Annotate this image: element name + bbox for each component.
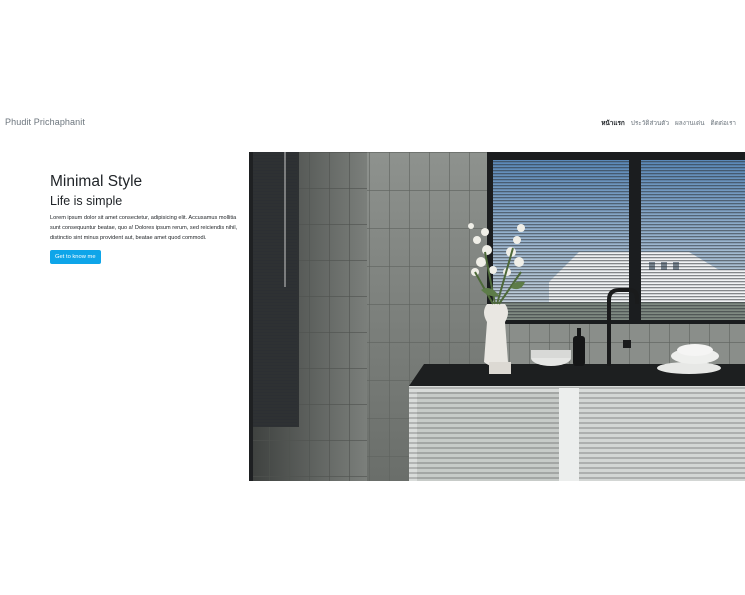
brand-logo[interactable]: Phudit Prichaphanit <box>5 117 85 127</box>
get-to-know-me-button[interactable]: Get to know me <box>50 250 101 264</box>
nav-item-home[interactable]: หน้าแรก <box>601 118 625 128</box>
nav-item-profile[interactable]: ประวัติส่วนตัว <box>631 118 669 128</box>
hero-image <box>249 152 745 481</box>
hero-title: Minimal Style <box>50 173 143 190</box>
nav-item-portfolio[interactable]: ผลงานเด่น <box>675 118 704 128</box>
main-nav: หน้าแรก ประวัติส่วนตัว ผลงานเด่น ติดต่อเ… <box>601 118 736 128</box>
hero-section: Minimal Style Life is simple Lorem ipsum… <box>50 172 240 264</box>
nav-item-contact[interactable]: ติดต่อเรา <box>711 118 737 128</box>
kitchen-photo <box>249 152 745 481</box>
hero-description: Lorem ipsum dolor sit amet consectetur, … <box>50 215 238 241</box>
hero-subtitle: Life is simple <box>50 194 123 208</box>
